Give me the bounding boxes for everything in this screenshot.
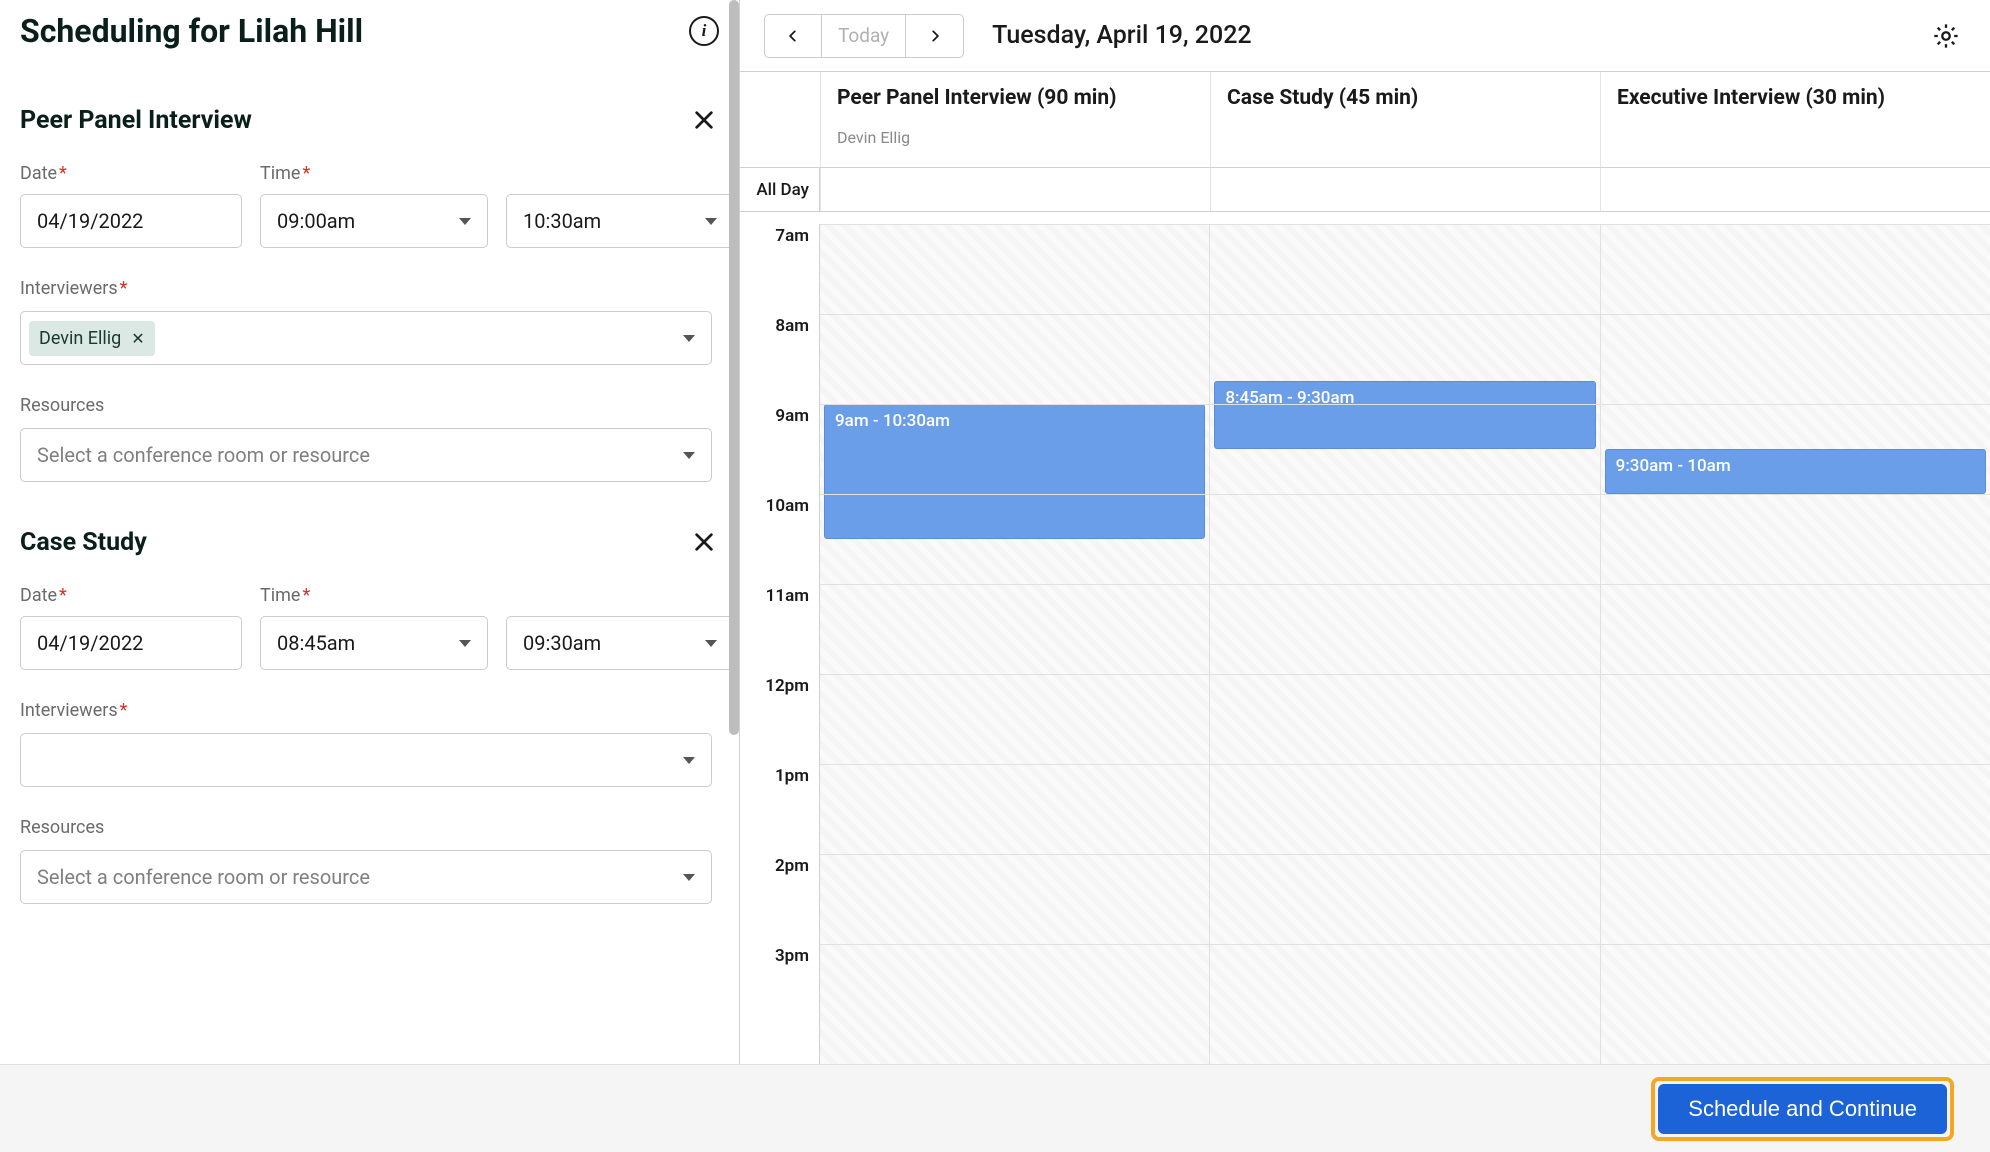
hour-label: 8am [740, 314, 819, 404]
section-title: Peer Panel Interview [20, 106, 252, 135]
chevron-down-icon [705, 218, 717, 225]
chevron-down-icon [683, 757, 695, 764]
hour-label: 2pm [740, 854, 819, 944]
section-peer-panel: Peer Panel Interview Date* 04/19/2022 Ti… [20, 105, 719, 482]
all-day-label: All Day [740, 168, 820, 211]
resources-label: Resources [20, 817, 719, 838]
primary-button-highlight: Schedule and Continue [1651, 1077, 1954, 1141]
resources-label: Resources [20, 395, 719, 416]
section-case-study: Case Study Date* 04/19/2022 Time* 08:45a… [20, 527, 719, 904]
section-title: Case Study [20, 528, 147, 557]
hour-label: 3pm [740, 944, 819, 1034]
chevron-down-icon [459, 218, 471, 225]
calendar-event[interactable]: 9am - 10:30am [824, 404, 1205, 539]
gear-icon[interactable] [1932, 22, 1960, 50]
hour-label: 1pm [740, 764, 819, 854]
time-gutter: 7am8am9am10am11am12pm1pm2pm3pm [740, 224, 820, 1070]
column-header: Case Study (45 min) [1210, 72, 1600, 167]
chevron-down-icon [459, 640, 471, 647]
interviewer-chip: Devin Ellig ✕ [29, 321, 155, 356]
resources-select[interactable]: Select a conference room or resource [20, 428, 712, 482]
calendar-event[interactable]: 9:30am - 10am [1605, 449, 1986, 494]
chip-remove-icon[interactable]: ✕ [131, 329, 144, 348]
date-input[interactable]: 04/19/2022 [20, 616, 242, 670]
chevron-down-icon [683, 452, 695, 459]
time-label: Time* [260, 585, 734, 606]
resources-select[interactable]: Select a conference room or resource [20, 850, 712, 904]
interviewers-label: Interviewers* [20, 278, 719, 299]
calendar-date: Tuesday, April 19, 2022 [992, 21, 1252, 50]
close-icon[interactable] [689, 105, 719, 135]
chevron-down-icon [705, 640, 717, 647]
column-header: Peer Panel Interview (90 min) Devin Elli… [820, 72, 1210, 167]
interviewers-label: Interviewers* [20, 700, 719, 721]
date-label: Date* [20, 585, 242, 606]
all-day-cell[interactable] [1210, 168, 1600, 211]
schedule-continue-button[interactable]: Schedule and Continue [1658, 1084, 1947, 1134]
all-day-cell[interactable] [1600, 168, 1990, 211]
hour-label: 7am [740, 224, 819, 314]
close-icon[interactable] [689, 527, 719, 557]
next-day-button[interactable] [906, 14, 964, 58]
scrollbar[interactable] [729, 0, 739, 735]
column-header: Executive Interview (30 min) [1600, 72, 1990, 167]
prev-day-button[interactable] [764, 14, 822, 58]
interviewers-select[interactable] [20, 733, 712, 787]
interviewers-select[interactable]: Devin Ellig ✕ [20, 311, 712, 365]
date-label: Date* [20, 163, 242, 184]
page-title: Scheduling for Lilah Hill [20, 12, 363, 50]
chevron-down-icon [683, 874, 695, 881]
time-start-select[interactable]: 09:00am [260, 194, 488, 248]
info-icon[interactable]: i [689, 16, 719, 46]
hour-label: 9am [740, 404, 819, 494]
time-end-select[interactable]: 10:30am [506, 194, 734, 248]
hour-label: 11am [740, 584, 819, 674]
hour-label: 12pm [740, 674, 819, 764]
today-button[interactable]: Today [822, 14, 906, 58]
time-start-select[interactable]: 08:45am [260, 616, 488, 670]
chevron-down-icon [683, 335, 695, 342]
calendar-event[interactable]: 8:45am - 9:30am [1214, 381, 1595, 449]
all-day-cell[interactable] [820, 168, 1210, 211]
date-input[interactable]: 04/19/2022 [20, 194, 242, 248]
time-label: Time* [260, 163, 734, 184]
hour-label: 10am [740, 494, 819, 584]
left-panel: Scheduling for Lilah Hill i Peer Panel I… [0, 0, 740, 1070]
footer: Schedule and Continue [0, 1064, 1990, 1152]
time-end-select[interactable]: 09:30am [506, 616, 734, 670]
calendar-panel: Today Tuesday, April 19, 2022 Peer Panel… [740, 0, 1990, 1070]
